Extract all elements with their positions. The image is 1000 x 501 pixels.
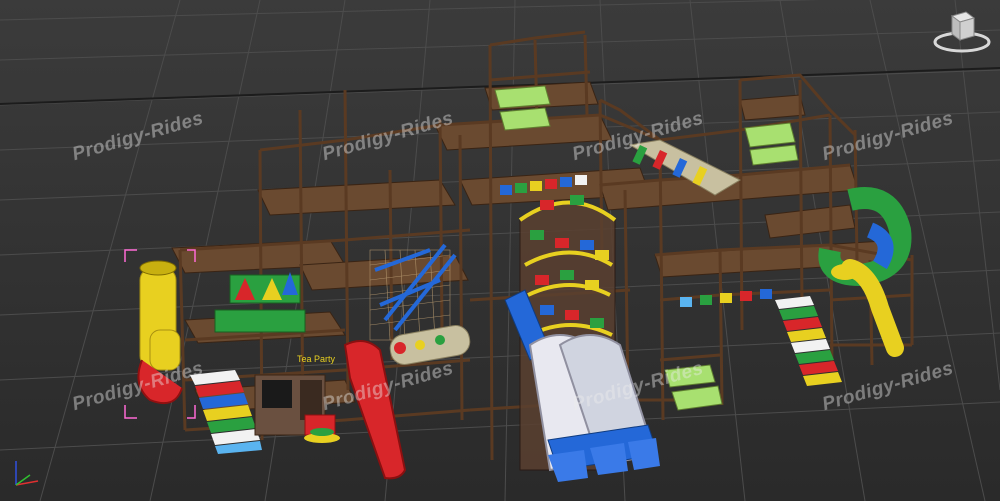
3d-viewport[interactable]: Tea Party Prodigy-Rides Prodigy-Rides Pr… (0, 0, 1000, 501)
playground-scene: Tea Party (0, 0, 1000, 501)
color-steps-left (190, 370, 262, 454)
tea-party-sign: Tea Party (297, 354, 336, 364)
triple-wave-slide (528, 334, 660, 482)
activity-panels (214, 272, 306, 333)
viewcube-icon[interactable] (932, 8, 992, 54)
yellow-tube-slide (137, 260, 183, 404)
axis-tripod-icon (8, 453, 48, 493)
